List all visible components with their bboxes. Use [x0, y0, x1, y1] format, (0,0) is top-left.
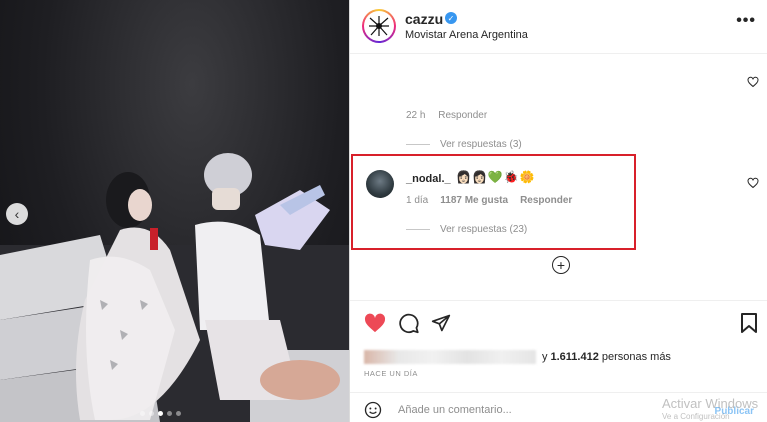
- add-icon: +: [556, 257, 566, 273]
- share-icon[interactable]: [431, 313, 451, 333]
- carousel-dot: [167, 411, 172, 416]
- carousel-dot: [149, 411, 154, 416]
- carousel-dot: [176, 411, 181, 416]
- view-replies-label: Ver respuestas (23): [440, 224, 528, 235]
- blurred-likers: [364, 350, 536, 364]
- likes-prefix: y: [542, 351, 548, 363]
- spider-logo-icon: [369, 16, 389, 36]
- verified-icon: ✓: [445, 12, 457, 24]
- view-replies-button[interactable]: Ver respuestas (23): [406, 224, 527, 235]
- comment-time: 22 h: [406, 110, 426, 121]
- heart-icon[interactable]: [364, 313, 386, 333]
- bookmark-icon[interactable]: [741, 313, 757, 333]
- more-options-button[interactable]: •••: [736, 12, 756, 30]
- windows-activation-watermark: Activar Windows: [662, 396, 759, 411]
- previous-photo-button[interactable]: ‹: [6, 203, 28, 225]
- comment-likes[interactable]: 1187 Me gusta: [440, 195, 508, 206]
- commenter-username[interactable]: _nodal._: [406, 173, 451, 185]
- post-details-panel: cazzu ✓ Movistar Arena Argentina ••• 22 …: [349, 0, 767, 422]
- likes-suffix: personas más: [601, 351, 671, 363]
- likes-summary[interactable]: y 1.611.412 personas más: [364, 350, 671, 364]
- post-actions: [350, 300, 767, 345]
- reply-button[interactable]: Responder: [520, 195, 572, 206]
- post-header: cazzu ✓ Movistar Arena Argentina •••: [350, 0, 767, 54]
- likes-count: 1.611.412: [550, 351, 599, 363]
- comment-like-heart-icon[interactable]: [747, 177, 759, 189]
- carousel-dot: [140, 411, 145, 416]
- author-username[interactable]: cazzu: [405, 11, 443, 27]
- post-photo[interactable]: ‹: [0, 0, 349, 422]
- comment-icon[interactable]: [398, 313, 420, 334]
- reply-button[interactable]: Responder: [438, 110, 487, 121]
- load-more-comments-button[interactable]: +: [552, 256, 570, 274]
- partial-comment-meta: 22 h Responder: [406, 110, 497, 121]
- carousel-dots: [140, 411, 181, 416]
- arrow-left-icon: ‹: [14, 206, 20, 222]
- windows-activation-subtext: Ve a Configuración: [662, 412, 730, 421]
- commenter-avatar[interactable]: [366, 170, 394, 198]
- view-replies-label: Ver respuestas (3): [440, 139, 522, 150]
- author-avatar[interactable]: [362, 9, 396, 43]
- carousel-dot-active: [158, 411, 163, 416]
- smile-icon[interactable]: [364, 401, 382, 419]
- post-time[interactable]: HACE UN DÍA: [364, 369, 418, 378]
- comment-like-heart-icon[interactable]: [747, 76, 759, 88]
- comment-meta: 1 día 1187 Me gusta Responder: [406, 195, 572, 206]
- comment-input[interactable]: Añade un comentario...: [398, 404, 512, 416]
- comment-text: 👩🏻👩🏻💚🐞🌼: [456, 170, 536, 184]
- more-icon: •••: [736, 12, 756, 29]
- view-replies-button[interactable]: Ver respuestas (3): [406, 139, 522, 150]
- post-location[interactable]: Movistar Arena Argentina: [405, 29, 528, 41]
- comment-time: 1 día: [406, 195, 429, 206]
- concert-photo: [0, 153, 349, 422]
